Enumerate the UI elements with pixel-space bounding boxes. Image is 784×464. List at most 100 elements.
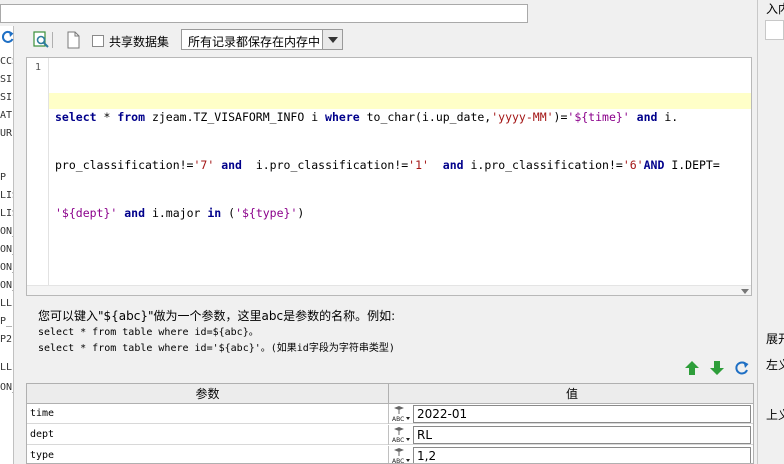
toolbar-separator — [52, 32, 53, 48]
sql-token: '${time}' — [567, 110, 630, 124]
sql-toolbar: 共享数据集 所有记录都保存在内存中 — [26, 28, 746, 54]
share-dataset-checkbox[interactable] — [92, 35, 104, 47]
new-document-icon[interactable] — [64, 31, 82, 49]
sql-token: to_char(i.up_date, — [359, 110, 492, 124]
column-header-value: 值 — [565, 387, 578, 401]
sql-token: i.major — [145, 206, 208, 220]
sql-token: )= — [553, 110, 568, 124]
tree-item-label[interactable]: ON_ — [0, 226, 13, 237]
tree-item-label[interactable]: CCS — [0, 56, 13, 67]
sql-token: pro_classification!= — [55, 158, 194, 172]
sql-token: i.pro_classification!= — [463, 158, 623, 172]
code-line: pro_classification!='7' and i.pro_classi… — [55, 157, 745, 173]
parameter-table: 参数 值 time ABC 2022-01 dept ABC RL type A… — [26, 383, 754, 464]
editor-horizontal-scrollbar[interactable] — [27, 285, 751, 295]
parameter-name: dept — [27, 425, 389, 445]
share-dataset-label: 共享数据集 — [109, 35, 170, 49]
string-type-icon[interactable]: ABC — [391, 426, 411, 444]
parameter-value-input[interactable]: RL — [413, 426, 751, 444]
storage-mode-select[interactable]: 所有记录都保存在内存中 — [181, 29, 343, 50]
tree-item-label[interactable]: URI — [0, 128, 13, 139]
parameter-name: time — [27, 404, 389, 424]
sql-token: from — [117, 110, 146, 124]
hint-line-2: select * from table where id=${abc}。 — [38, 327, 259, 338]
tree-item-label[interactable]: SII — [0, 92, 13, 103]
string-type-icon[interactable]: ABC — [391, 447, 411, 464]
code-line: select * from zjeam.TZ_VISAFORM_INFO i w… — [55, 109, 745, 125]
sql-token: '${dept}' — [55, 206, 118, 220]
tree-item-label[interactable]: ON_ — [0, 262, 13, 273]
right-panel-label: 左义 — [766, 358, 784, 372]
sql-token: i.pro_classification!= — [241, 158, 409, 172]
storage-mode-value: 所有记录都保存在内存中 — [188, 35, 321, 49]
tree-item-label[interactable]: ON_ — [0, 244, 13, 255]
tree-item-label[interactable]: ON_ — [0, 382, 13, 393]
top-text-input[interactable] — [0, 4, 528, 23]
sql-token: and — [124, 206, 146, 220]
string-type-icon[interactable]: ABC — [391, 405, 411, 423]
tree-item-label[interactable]: LIS — [0, 190, 13, 201]
preview-icon[interactable] — [32, 31, 50, 49]
refresh-icon[interactable] — [0, 28, 16, 46]
table-header: 参数 值 — [27, 384, 753, 404]
sql-token: select — [55, 110, 97, 124]
tree-item-label[interactable]: LIS — [0, 208, 13, 219]
code-line: '${dept}' and i.major in ('${type}') — [55, 205, 745, 221]
tree-item-label[interactable]: P — [0, 172, 6, 183]
parameter-value-input[interactable]: 2022-01 — [413, 405, 751, 423]
sql-token: '7' — [193, 158, 215, 172]
left-tree-panel: CCS SII SII AT: URI P LIS LIS ON_ ON_ ON_ ON_ LLI P_ P… — [0, 26, 14, 464]
tree-item-label[interactable]: P2 — [0, 334, 12, 345]
sql-token: * — [96, 110, 118, 124]
tree-item-label[interactable]: LLI — [0, 362, 13, 373]
sql-editor[interactable]: 1 select * from zjeam.TZ_VISAFORM_INFO i… — [26, 57, 752, 296]
right-input-box[interactable] — [765, 20, 784, 40]
sql-token: and — [221, 158, 242, 172]
scroll-down-icon[interactable] — [741, 289, 749, 294]
parameter-name: type — [27, 446, 389, 463]
right-panel-label: 上义 — [766, 408, 784, 422]
sql-token: and — [442, 158, 464, 172]
sql-token: ( — [221, 206, 236, 220]
tree-item-label[interactable]: LLI — [0, 298, 13, 309]
sql-token: '6' — [622, 158, 644, 172]
line-number-gutter: 1 — [27, 58, 49, 295]
line-number: 1 — [35, 62, 42, 73]
right-panel-label: 入内 — [766, 2, 784, 16]
table-row[interactable]: time ABC 2022-01 — [27, 404, 753, 424]
tree-item-label[interactable]: SII — [0, 74, 13, 85]
sql-token: '${type}' — [235, 206, 298, 220]
hint-line-1: 您可以键入"${abc}"做为一个参数，这里abc是参数的名称。例如: — [38, 309, 396, 323]
table-row[interactable]: type ABC 1,2 — [27, 446, 753, 464]
move-up-icon[interactable] — [684, 360, 700, 376]
right-panel-label: 展开 — [766, 332, 784, 346]
sql-token: where — [325, 110, 360, 124]
right-side-panel: 入内展开左义上义 — [757, 0, 784, 464]
sql-token: AND — [643, 158, 665, 172]
sql-token: zjeam.TZ_VISAFORM_INFO i — [145, 110, 326, 124]
hint-line-3: select * from table where id='${abc}'。(如… — [38, 343, 395, 354]
sql-token: in — [207, 206, 222, 220]
parameter-value-input[interactable]: 1,2 — [413, 447, 751, 463]
tree-item-label[interactable]: ON_ — [0, 280, 13, 291]
svg-text:ABC: ABC — [392, 416, 404, 423]
svg-text:ABC: ABC — [392, 458, 404, 464]
sql-code[interactable]: select * from zjeam.TZ_VISAFORM_INFO i w… — [49, 61, 751, 253]
sql-token: '1' — [408, 158, 429, 172]
parameter-hint: 您可以键入"${abc}"做为一个参数，这里abc是参数的名称。例如: sele… — [38, 307, 395, 355]
sql-token: I.DEPT= — [664, 158, 720, 172]
move-down-icon[interactable] — [709, 360, 725, 376]
chevron-down-icon[interactable] — [322, 30, 342, 49]
sql-token: 'yyyy-MM' — [491, 110, 554, 124]
refresh-parameters-icon[interactable] — [734, 360, 750, 376]
tree-item-label[interactable]: AT: — [0, 110, 13, 121]
column-header-parameter: 参数 — [27, 384, 389, 404]
svg-text:ABC: ABC — [392, 437, 404, 444]
table-row[interactable]: dept ABC RL — [27, 425, 753, 445]
sql-token: and — [636, 110, 658, 124]
sql-token: ) — [297, 206, 305, 220]
sql-token: i. — [657, 110, 679, 124]
tree-item-label[interactable]: P_ — [0, 316, 12, 327]
